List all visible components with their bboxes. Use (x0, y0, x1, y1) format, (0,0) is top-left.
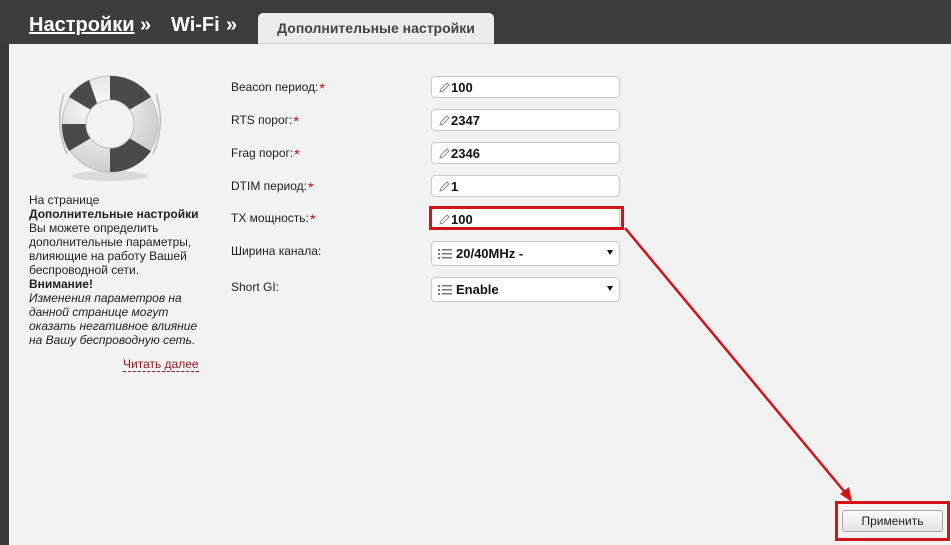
pencil-icon (439, 82, 450, 93)
help-warning-text: Изменения параметров на данной странице … (29, 291, 198, 347)
rts-label: RTS порог:* (231, 113, 299, 129)
tx-power-label: TX мощность:* (231, 211, 316, 227)
breadcrumb-settings[interactable]: Настройки (29, 14, 135, 37)
pencil-icon (439, 181, 450, 192)
frag-input[interactable] (451, 145, 611, 161)
apply-highlight: Применить (835, 501, 950, 541)
lifebuoy-icon (58, 75, 162, 181)
breadcrumb-wifi[interactable]: Wi-Fi (171, 14, 220, 37)
pencil-icon (439, 148, 450, 159)
dtim-label: DTIM период:* (231, 179, 314, 195)
beacon-input[interactable] (451, 79, 611, 95)
tab-advanced-settings[interactable]: Дополнительные настройки (258, 13, 494, 44)
frag-field[interactable] (431, 142, 620, 164)
breadcrumb-separator: » (140, 14, 152, 36)
beacon-label: Beacon период:* (231, 80, 325, 96)
bandwidth-value: 20/40MHz - (456, 246, 524, 261)
list-icon (438, 249, 452, 259)
help-description: Вы можете определить дополнительные пара… (29, 221, 192, 277)
list-icon (438, 285, 452, 295)
content-panel: На странице Дополнительные настройки Вы … (9, 44, 951, 545)
bandwidth-select[interactable]: 20/40MHz - (431, 241, 620, 266)
frag-label: Frag порог:* (231, 146, 300, 162)
help-intro: На странице (29, 193, 100, 207)
bandwidth-label: Ширина канала: (231, 244, 322, 258)
help-text: На странице Дополнительные настройки Вы … (29, 193, 211, 347)
help-page-name: Дополнительные настройки (29, 207, 199, 221)
dtim-field[interactable] (431, 175, 620, 197)
short-gi-select[interactable]: Enable (431, 277, 620, 302)
help-warning-title: Внимание! (29, 277, 93, 291)
apply-button[interactable]: Применить (842, 510, 943, 532)
dropdown-arrow-icon (607, 250, 613, 255)
dtim-input[interactable] (451, 178, 611, 194)
short-gi-value: Enable (456, 282, 499, 297)
pencil-icon (439, 115, 450, 126)
tx-power-highlight (429, 206, 624, 230)
rts-field[interactable] (431, 109, 620, 131)
short-gi-label: Short GI: (231, 280, 280, 294)
read-more-link[interactable]: Читать далее (123, 357, 199, 372)
breadcrumb-separator: » (226, 14, 238, 36)
beacon-field[interactable] (431, 76, 620, 98)
rts-input[interactable] (451, 112, 611, 128)
top-navigation-bar: Настройки » Wi-Fi » Дополнительные настр… (0, 0, 951, 44)
dropdown-arrow-icon (607, 286, 613, 291)
